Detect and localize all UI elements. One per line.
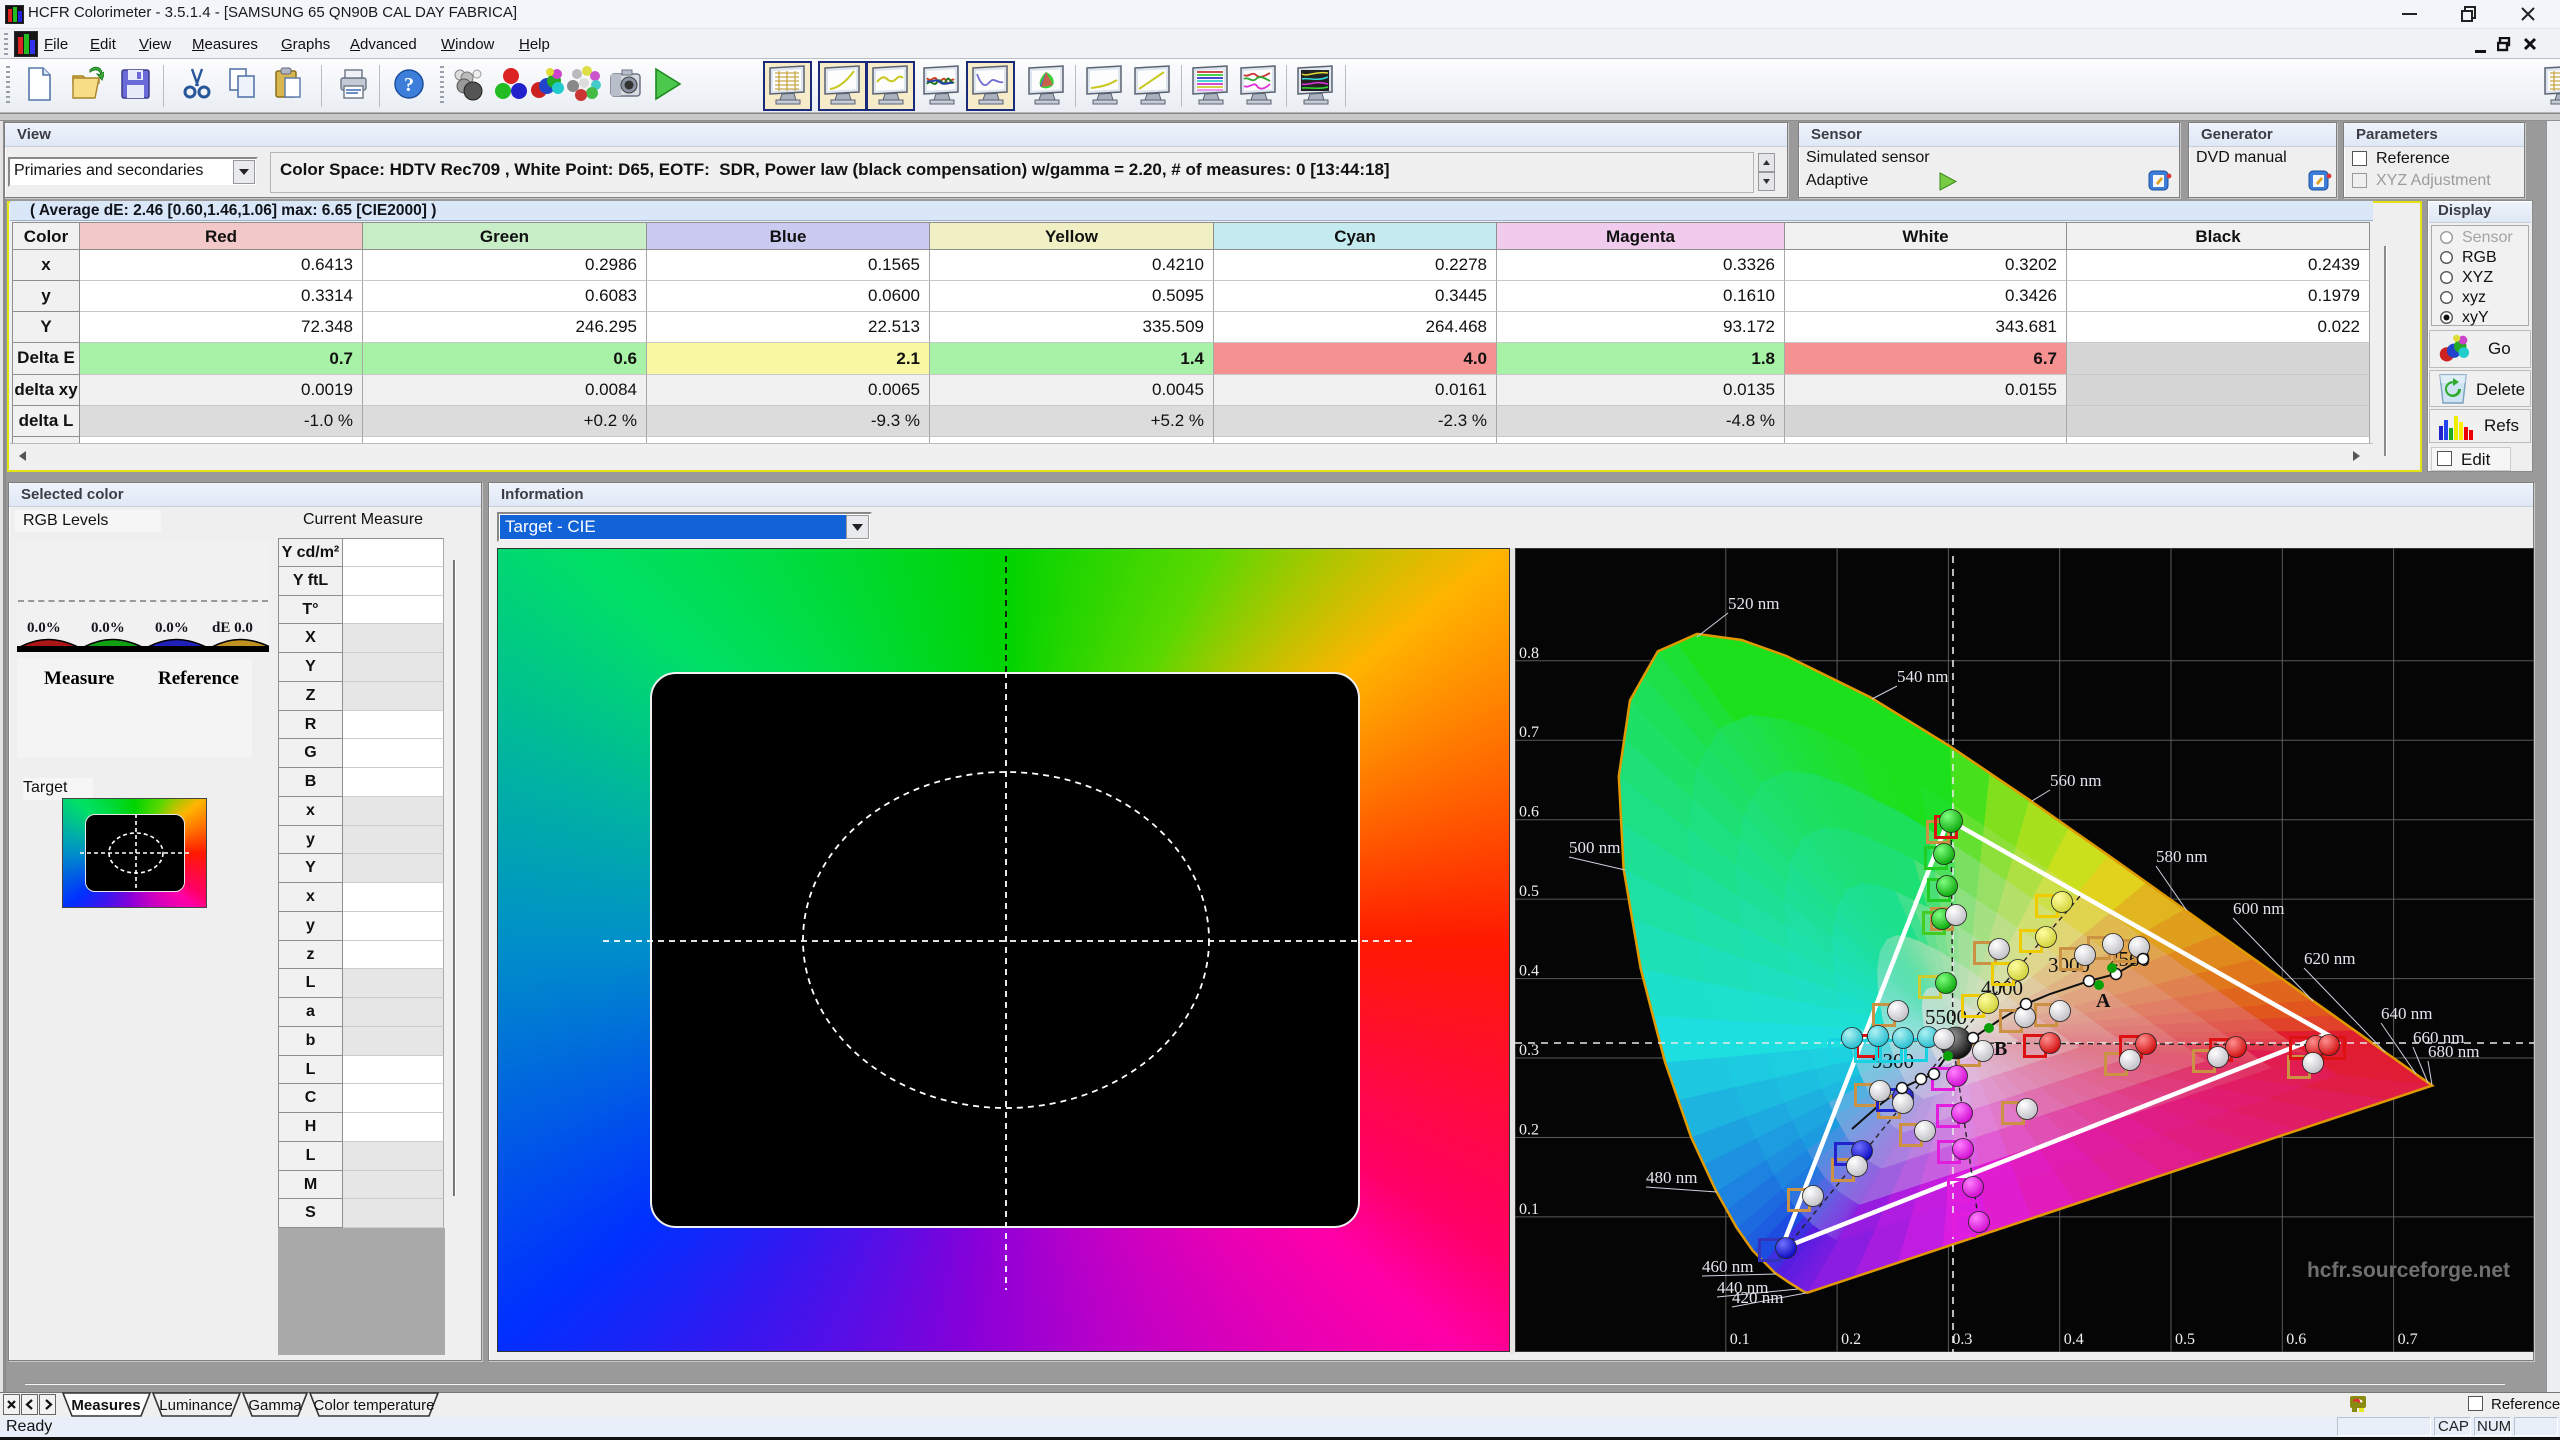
svg-text:560 nm: 560 nm bbox=[2050, 771, 2101, 790]
svg-text:A: A bbox=[2096, 990, 2111, 1012]
svg-text:0.2: 0.2 bbox=[1519, 1122, 1539, 1139]
svg-text:0.3: 0.3 bbox=[1519, 1042, 1539, 1059]
svg-text:0.6: 0.6 bbox=[2286, 1331, 2306, 1348]
svg-text:500 nm: 500 nm bbox=[1569, 838, 1620, 857]
svg-text:460 nm: 460 nm bbox=[1702, 1257, 1753, 1276]
svg-text:0.7: 0.7 bbox=[1519, 724, 1539, 741]
svg-text:0.4: 0.4 bbox=[2064, 1331, 2084, 1348]
svg-text:580 nm: 580 nm bbox=[2156, 847, 2207, 866]
svg-text:Measures: Measures bbox=[71, 1397, 140, 1414]
svg-text:0.4: 0.4 bbox=[1519, 963, 1539, 980]
svg-text:B: B bbox=[1994, 1038, 2007, 1060]
svg-text:540 nm: 540 nm bbox=[1897, 667, 1948, 686]
svg-text:620 nm: 620 nm bbox=[2304, 949, 2355, 968]
svg-text:Gamma: Gamma bbox=[248, 1397, 302, 1414]
svg-text:0.1: 0.1 bbox=[1730, 1331, 1750, 1348]
svg-text:600 nm: 600 nm bbox=[2233, 899, 2284, 918]
svg-text:Luminance: Luminance bbox=[159, 1397, 232, 1414]
svg-text:640 nm: 640 nm bbox=[2381, 1004, 2432, 1023]
svg-text:hcfr.sourceforge.net: hcfr.sourceforge.net bbox=[2307, 1259, 2510, 1282]
svg-text:0.2: 0.2 bbox=[1841, 1331, 1861, 1348]
svg-text:5500: 5500 bbox=[1925, 1005, 1967, 1029]
svg-text:0.1: 0.1 bbox=[1519, 1201, 1539, 1218]
svg-text:0.5: 0.5 bbox=[2175, 1331, 2195, 1348]
svg-text:?: ? bbox=[404, 74, 414, 96]
svg-text:Color temperature: Color temperature bbox=[314, 1397, 435, 1414]
svg-text:480 nm: 480 nm bbox=[1646, 1168, 1697, 1187]
svg-text:0.8: 0.8 bbox=[1519, 645, 1539, 662]
svg-text:0.7: 0.7 bbox=[2398, 1331, 2418, 1348]
svg-text:680 nm: 680 nm bbox=[2428, 1042, 2479, 1061]
svg-text:420 nm: 420 nm bbox=[1732, 1288, 1783, 1307]
svg-text:0.3: 0.3 bbox=[1952, 1331, 1972, 1348]
svg-text:0.6: 0.6 bbox=[1519, 804, 1539, 821]
svg-text:520 nm: 520 nm bbox=[1728, 594, 1779, 613]
svg-text:0.5: 0.5 bbox=[1519, 883, 1539, 900]
